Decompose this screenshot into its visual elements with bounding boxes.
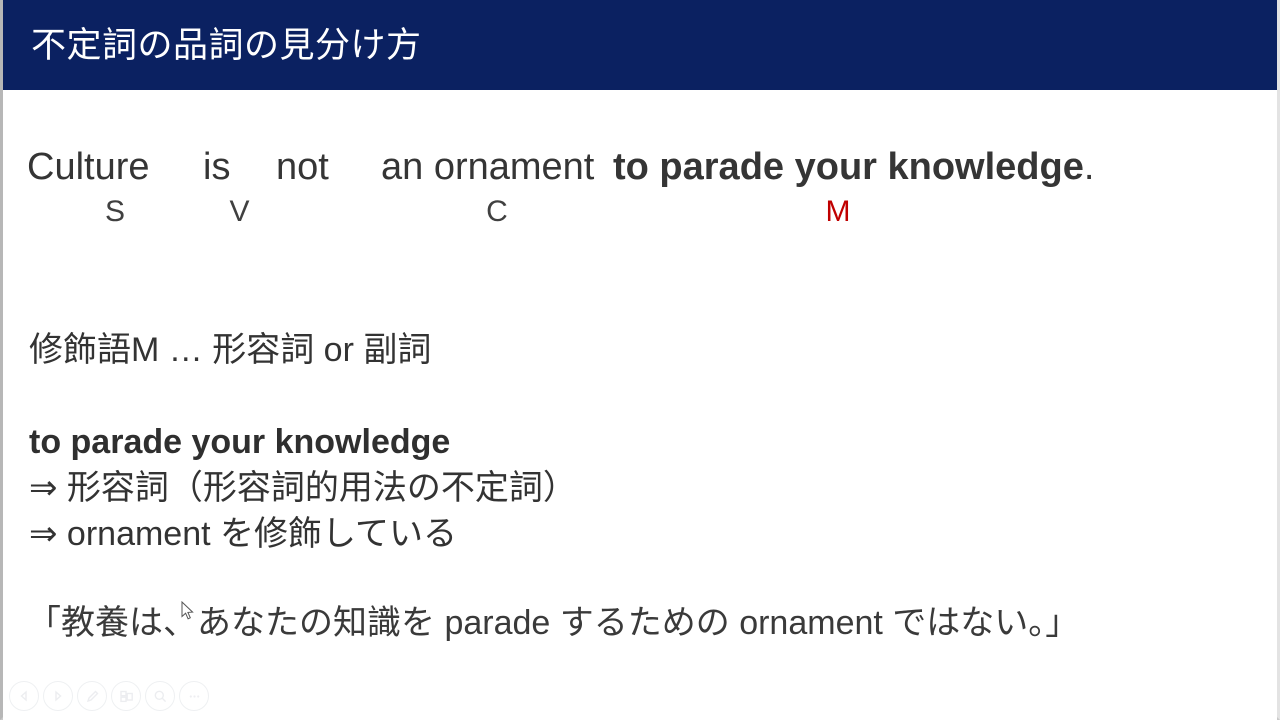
sentence-period: . — [1083, 146, 1095, 188]
label-verb: V — [229, 194, 250, 228]
triangle-left-icon — [16, 688, 32, 704]
presentation-control-bar — [3, 675, 1277, 717]
conclusion-part-of-speech: ⇒ 形容詞（形容詞的用法の不定詞） — [29, 469, 577, 507]
triangle-right-icon — [50, 688, 66, 704]
word-complement: an ornament — [381, 146, 595, 188]
zoom-button[interactable] — [145, 681, 175, 711]
slide-overview-button[interactable] — [111, 681, 141, 711]
modifier-rule-text: 修飾語M … 形容詞 or 副詞 — [29, 331, 432, 369]
grammar-label-row: S V C M — [27, 195, 1227, 228]
next-slide-button[interactable] — [43, 681, 73, 711]
label-complement: C — [486, 194, 508, 228]
more-options-button[interactable] — [179, 681, 209, 711]
slide-title-bar: 不定詞の品詞の見分け方 — [3, 0, 1277, 90]
pen-icon — [84, 688, 101, 705]
slide-viewer: 不定詞の品詞の見分け方 Culture is not an ornament t… — [0, 0, 1280, 720]
sentence-analysis-block: Culture is not an ornament to parade you… — [27, 146, 1227, 228]
slide-content: Culture is not an ornament to parade you… — [3, 90, 1277, 720]
word-negation: not — [276, 146, 329, 188]
conclusion-modified-word: ⇒ ornament を修飾している — [29, 515, 457, 553]
word-modifier: to parade your knowledge — [613, 146, 1084, 188]
pen-tool-button[interactable] — [77, 681, 107, 711]
label-modifier: M — [825, 194, 851, 228]
slide-title: 不定詞の品詞の見分け方 — [31, 25, 422, 65]
ellipsis-icon — [186, 688, 203, 705]
grid-slides-icon — [118, 688, 135, 705]
infinitive-phrase-text: to parade your knowledge — [29, 423, 451, 461]
japanese-translation: 「教養は、あなたの知識を parade するための ornament ではない。… — [27, 604, 1080, 642]
previous-slide-button[interactable] — [9, 681, 39, 711]
word-verb: is — [203, 146, 231, 188]
magnifier-icon — [152, 688, 169, 705]
word-subject: Culture — [27, 146, 150, 188]
example-sentence: Culture is not an ornament to parade you… — [27, 146, 1227, 190]
label-subject: S — [104, 194, 125, 228]
